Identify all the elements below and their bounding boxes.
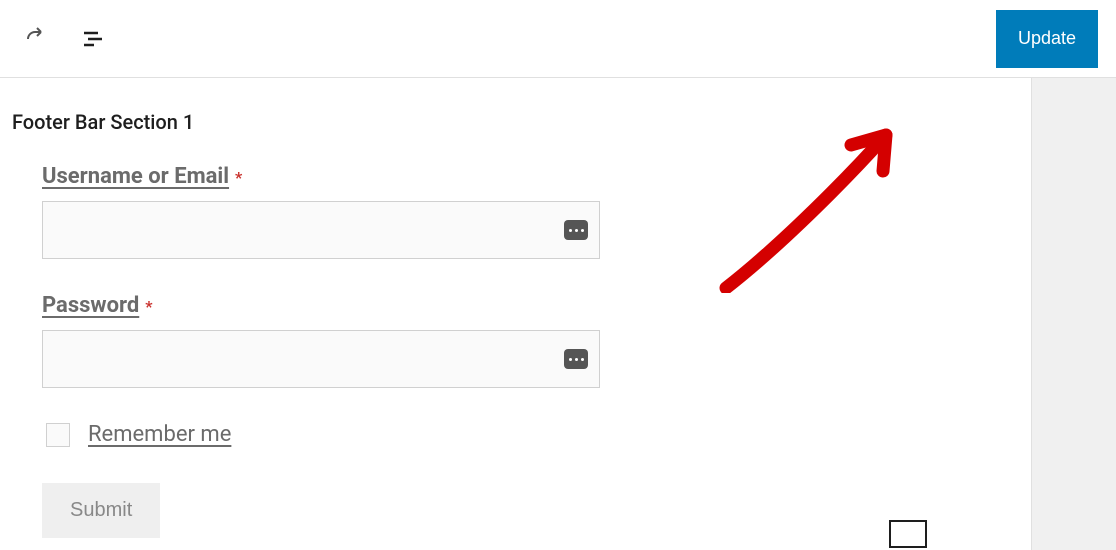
section-title: Footer Bar Section 1 xyxy=(0,78,1031,164)
username-input[interactable] xyxy=(42,201,600,259)
username-field-group: Username or Email * xyxy=(42,164,600,259)
floating-handle[interactable] xyxy=(889,520,927,548)
autofill-icon[interactable] xyxy=(564,349,588,369)
editor-topbar: Update xyxy=(0,0,1116,78)
required-mark: * xyxy=(235,168,242,187)
login-form: Username or Email * Password * xyxy=(0,164,600,538)
password-field-group: Password * xyxy=(42,293,600,388)
password-label: Password xyxy=(42,293,139,318)
update-button[interactable]: Update xyxy=(996,10,1098,68)
autofill-icon[interactable] xyxy=(564,220,588,240)
settings-sidebar xyxy=(1031,78,1116,550)
document-outline-icon[interactable] xyxy=(80,27,104,51)
content-area: Footer Bar Section 1 Username or Email *… xyxy=(0,78,1116,550)
submit-button[interactable]: Submit xyxy=(42,483,160,538)
remember-me-label: Remember me xyxy=(88,422,231,447)
main-content: Footer Bar Section 1 Username or Email *… xyxy=(0,78,1031,550)
username-label: Username or Email xyxy=(42,164,229,189)
password-input[interactable] xyxy=(42,330,600,388)
remember-me-checkbox[interactable] xyxy=(46,423,70,447)
remember-me-row: Remember me xyxy=(42,422,600,447)
topbar-tools xyxy=(24,27,104,51)
required-mark: * xyxy=(145,297,152,316)
redo-icon[interactable] xyxy=(24,27,48,51)
